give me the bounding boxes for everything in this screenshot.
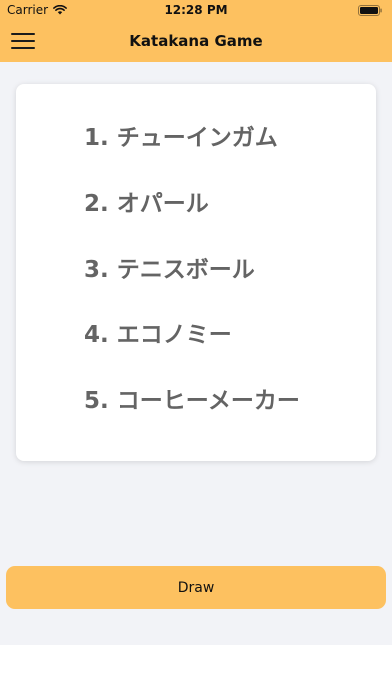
footer-area: [0, 645, 392, 696]
word-item-1: 1. チューインガム: [84, 125, 278, 151]
top-bar: Carrier 12:28 PM Katakana Game: [0, 0, 392, 62]
status-bar: Carrier 12:28 PM: [0, 0, 392, 22]
draw-button[interactable]: Draw: [6, 566, 386, 609]
word-item-2: 2. オパール: [84, 191, 209, 217]
word-card: 1. チューインガム 2. オパール 3. テニスボール 4. エコノミー 5.…: [16, 84, 376, 461]
status-time: 12:28 PM: [164, 3, 228, 17]
word-item-5: 5. コーヒーメーカー: [84, 388, 300, 414]
word-item-4: 4. エコノミー: [84, 322, 232, 348]
nav-title: Katakana Game: [129, 32, 263, 50]
nav-bar: Katakana Game: [0, 22, 392, 62]
word-item-3: 3. テニスボール: [84, 257, 255, 283]
battery-icon: [358, 5, 382, 16]
